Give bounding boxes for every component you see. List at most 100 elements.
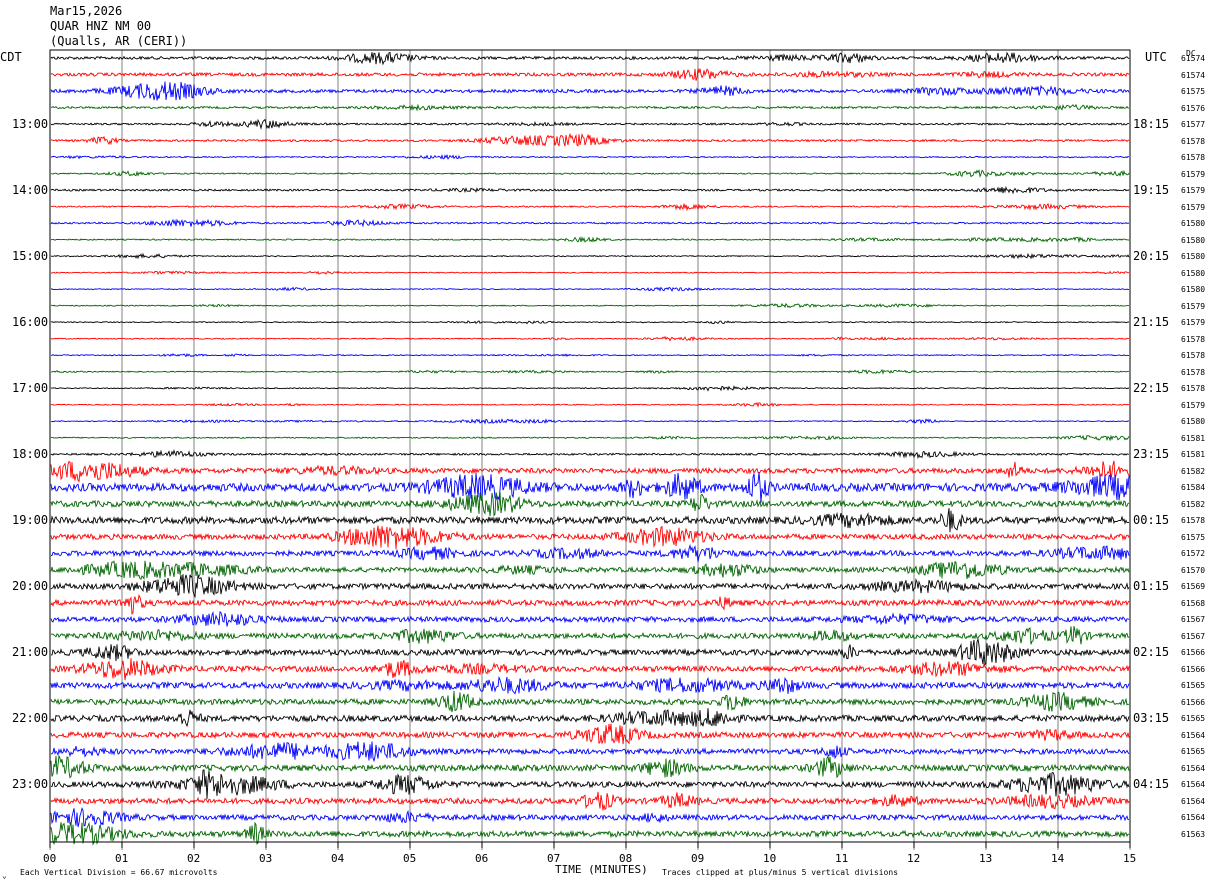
- dc-value-label: 61584: [1181, 483, 1206, 493]
- right-hour-label: 00:15: [1133, 513, 1170, 528]
- dc-value-label: 61582: [1181, 499, 1206, 509]
- left-hour-label: 18:00: [12, 447, 49, 462]
- trace-41: [50, 723, 1130, 745]
- dc-value-label: 61580: [1181, 235, 1206, 245]
- dc-value-label: 61578: [1181, 516, 1206, 526]
- trace-15: [51, 302, 1129, 309]
- x-tick-label: 09: [691, 852, 705, 865]
- plot-frame: [49, 49, 1131, 848]
- dc-value-label: 61564: [1181, 813, 1206, 823]
- trace-20: [50, 385, 1130, 392]
- dc-value-label: 61568: [1181, 598, 1206, 608]
- trace-34: [50, 610, 1130, 627]
- x-tick-label: 01: [115, 852, 129, 865]
- trace-38: [50, 675, 1130, 695]
- trace-37: [50, 658, 1130, 681]
- right-hour-label: 03:15: [1133, 711, 1170, 726]
- trace-8: [50, 185, 1130, 195]
- dc-value-label: 61563: [1181, 830, 1206, 839]
- dc-value-label: 61567: [1181, 615, 1206, 625]
- dc-value-label: 61566: [1181, 664, 1206, 674]
- left-hour-label: 21:00: [12, 645, 49, 660]
- dc-value-label: 61578: [1181, 384, 1206, 394]
- x-tick-label: 03: [259, 852, 273, 865]
- dc-value-label: 61574: [1181, 54, 1206, 63]
- dc-value-label: 61564: [1181, 763, 1206, 773]
- trace-45: [50, 791, 1130, 811]
- trace-17: [50, 335, 1129, 342]
- dc-value-label: 61579: [1181, 301, 1206, 311]
- x-tick-label: 06: [475, 852, 489, 865]
- dc-value-label: 61572: [1181, 549, 1206, 559]
- trace-39: [50, 690, 1130, 713]
- right-hour-label: 19:15: [1133, 183, 1170, 198]
- trace-16: [50, 320, 1130, 325]
- trace-11: [50, 236, 1129, 244]
- dc-value-label: 61564: [1181, 780, 1206, 790]
- dc-value-label: 61580: [1181, 268, 1206, 278]
- right-hour-label: 22:15: [1133, 381, 1170, 396]
- left-hour-label: 19:00: [12, 513, 49, 528]
- trace-28: [50, 508, 1130, 533]
- dc-value-label: 61564: [1181, 730, 1206, 740]
- plot-border: [49, 49, 1131, 843]
- trace-24: [50, 449, 1130, 460]
- trace-12: [50, 252, 1130, 260]
- dc-value-label: 61580: [1181, 417, 1206, 427]
- dc-value-label: 61565: [1181, 747, 1206, 757]
- right-hour-label: 20:15: [1133, 249, 1170, 264]
- x-tick-label: 14: [1051, 852, 1065, 865]
- trace-43: [50, 754, 1130, 779]
- trace-35: [50, 626, 1130, 645]
- trace-18: [51, 352, 1130, 358]
- trace-30: [50, 543, 1130, 562]
- trace-13: [50, 270, 1130, 275]
- dc-value-label: 61565: [1181, 681, 1206, 691]
- dc-value-label: 61581: [1181, 433, 1206, 443]
- dc-value-label: 61577: [1181, 120, 1206, 130]
- dc-value-label: 61566: [1181, 697, 1206, 707]
- trace-7: [50, 169, 1130, 178]
- right-hour-label: 21:15: [1133, 315, 1170, 330]
- trace-0: [50, 51, 1130, 66]
- trace-3: [50, 103, 1130, 112]
- x-tick-label: 10: [763, 852, 777, 865]
- dc-value-label: 61580: [1181, 219, 1206, 229]
- trace-36: [50, 637, 1130, 666]
- trace-5: [50, 132, 1130, 147]
- trace-47: [50, 821, 1130, 846]
- left-hour-label: 20:00: [12, 579, 49, 594]
- trace-22: [51, 418, 1130, 425]
- right-hour-label: 02:15: [1133, 645, 1170, 660]
- scale-icon: ⌄: [2, 871, 7, 880]
- dc-value-label: 61578: [1181, 334, 1206, 344]
- trace-14: [50, 286, 1130, 293]
- trace-42: [50, 741, 1130, 763]
- dc-value-label: 61575: [1181, 532, 1206, 542]
- left-hour-label: 22:00: [12, 711, 49, 726]
- dc-value-label: 61580: [1181, 285, 1206, 295]
- x-axis-title: TIME (MINUTES): [555, 863, 648, 876]
- dc-value-label: 61581: [1181, 450, 1206, 460]
- trace-1: [50, 68, 1130, 81]
- dc-value-label: 61566: [1181, 648, 1206, 658]
- trace-25: [50, 460, 1130, 483]
- right-hour-label: 23:15: [1133, 447, 1170, 462]
- dc-value-label: 61574: [1181, 70, 1206, 80]
- dc-value-label: 61570: [1181, 565, 1206, 575]
- seismogram-plot: [49, 49, 1131, 850]
- x-tick-label: 13: [979, 852, 993, 865]
- trace-44: [50, 769, 1130, 799]
- left-hour-label: 13:00: [12, 117, 49, 132]
- trace-2: [50, 81, 1130, 101]
- trace-4: [50, 118, 1129, 130]
- trace-6: [50, 153, 1130, 160]
- trace-group: [50, 51, 1130, 846]
- trace-9: [50, 202, 1130, 212]
- x-tick-label: 15: [1123, 852, 1137, 865]
- right-hour-label: 01:15: [1133, 579, 1170, 594]
- x-tick-label: 05: [403, 852, 417, 865]
- trace-10: [50, 218, 1130, 228]
- dc-value-label: 61569: [1181, 582, 1206, 592]
- left-hour-label: 14:00: [12, 183, 49, 198]
